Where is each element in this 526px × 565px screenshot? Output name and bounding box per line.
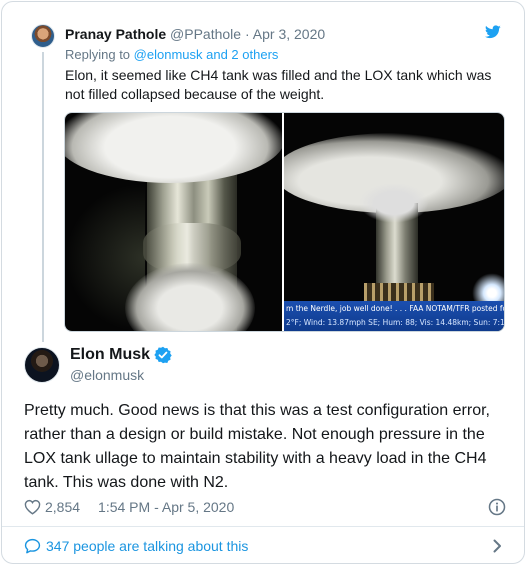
ticker-line-1: m the Nerdle, job well done! . . . FAA N… — [286, 304, 504, 313]
speech-bubble-icon — [24, 538, 41, 554]
reply-date[interactable]: Apr 3, 2020 — [253, 26, 325, 42]
main-author-name-row[interactable]: Elon Musk — [70, 346, 172, 364]
footer-divider — [2, 526, 524, 527]
thread-connector-line — [42, 52, 44, 342]
starship-photo-left[interactable] — [65, 113, 284, 331]
ticker-line-2: 2°F; Wind: 13.87mph SE; Hum: 88; Vis: 14… — [286, 318, 504, 327]
heart-icon[interactable] — [24, 499, 41, 515]
like-count[interactable]: 2,854 — [45, 499, 80, 515]
twitter-bird-icon[interactable] — [485, 25, 501, 39]
news-ticker: m the Nerdle, job well done! . . . FAA N… — [284, 301, 504, 331]
reply-author-handle[interactable]: @PPathole — [170, 26, 241, 42]
conversation-link[interactable]: 347 people are talking about this — [24, 536, 506, 556]
chevron-right-icon[interactable] — [492, 538, 502, 554]
main-author-handle[interactable]: @elonmusk — [70, 367, 144, 383]
starship-photo-right[interactable]: m the Nerdle, job well done! . . . FAA N… — [284, 113, 504, 331]
replying-to: Replying to @elonmusk and 2 others — [65, 47, 278, 62]
main-tweet-text: Pretty much. Good news is that this was … — [24, 402, 490, 491]
verified-badge-icon — [154, 346, 172, 364]
reply-author-name[interactable]: Pranay Pathole — [65, 26, 166, 42]
main-author-name[interactable]: Elon Musk — [70, 346, 150, 364]
reply-tweet[interactable]: Pranay Pathole @PPathole · Apr 3, 2020 R… — [2, 2, 524, 342]
tweet-meta-row: 2,854 1:54 PM - Apr 5, 2020 — [24, 497, 506, 517]
replying-to-link[interactable]: @elonmusk and 2 others — [134, 47, 279, 62]
header-separator: · — [244, 26, 250, 42]
reply-header: Pranay Pathole @PPathole · Apr 3, 2020 — [65, 26, 325, 42]
embedded-tweet-card: Pranay Pathole @PPathole · Apr 3, 2020 R… — [1, 1, 525, 564]
media-grid[interactable]: m the Nerdle, job well done! . . . FAA N… — [64, 112, 505, 332]
talking-about-text[interactable]: 347 people are talking about this — [46, 538, 248, 554]
reply-text: Elon, it seemed like CH4 tank was filled… — [65, 67, 492, 102]
reply-author-avatar[interactable] — [31, 24, 55, 48]
replying-prefix: Replying to — [65, 47, 131, 62]
main-author-avatar[interactable] — [24, 347, 60, 383]
info-icon[interactable] — [488, 498, 506, 516]
tweet-timestamp[interactable]: 1:54 PM - Apr 5, 2020 — [98, 499, 234, 515]
